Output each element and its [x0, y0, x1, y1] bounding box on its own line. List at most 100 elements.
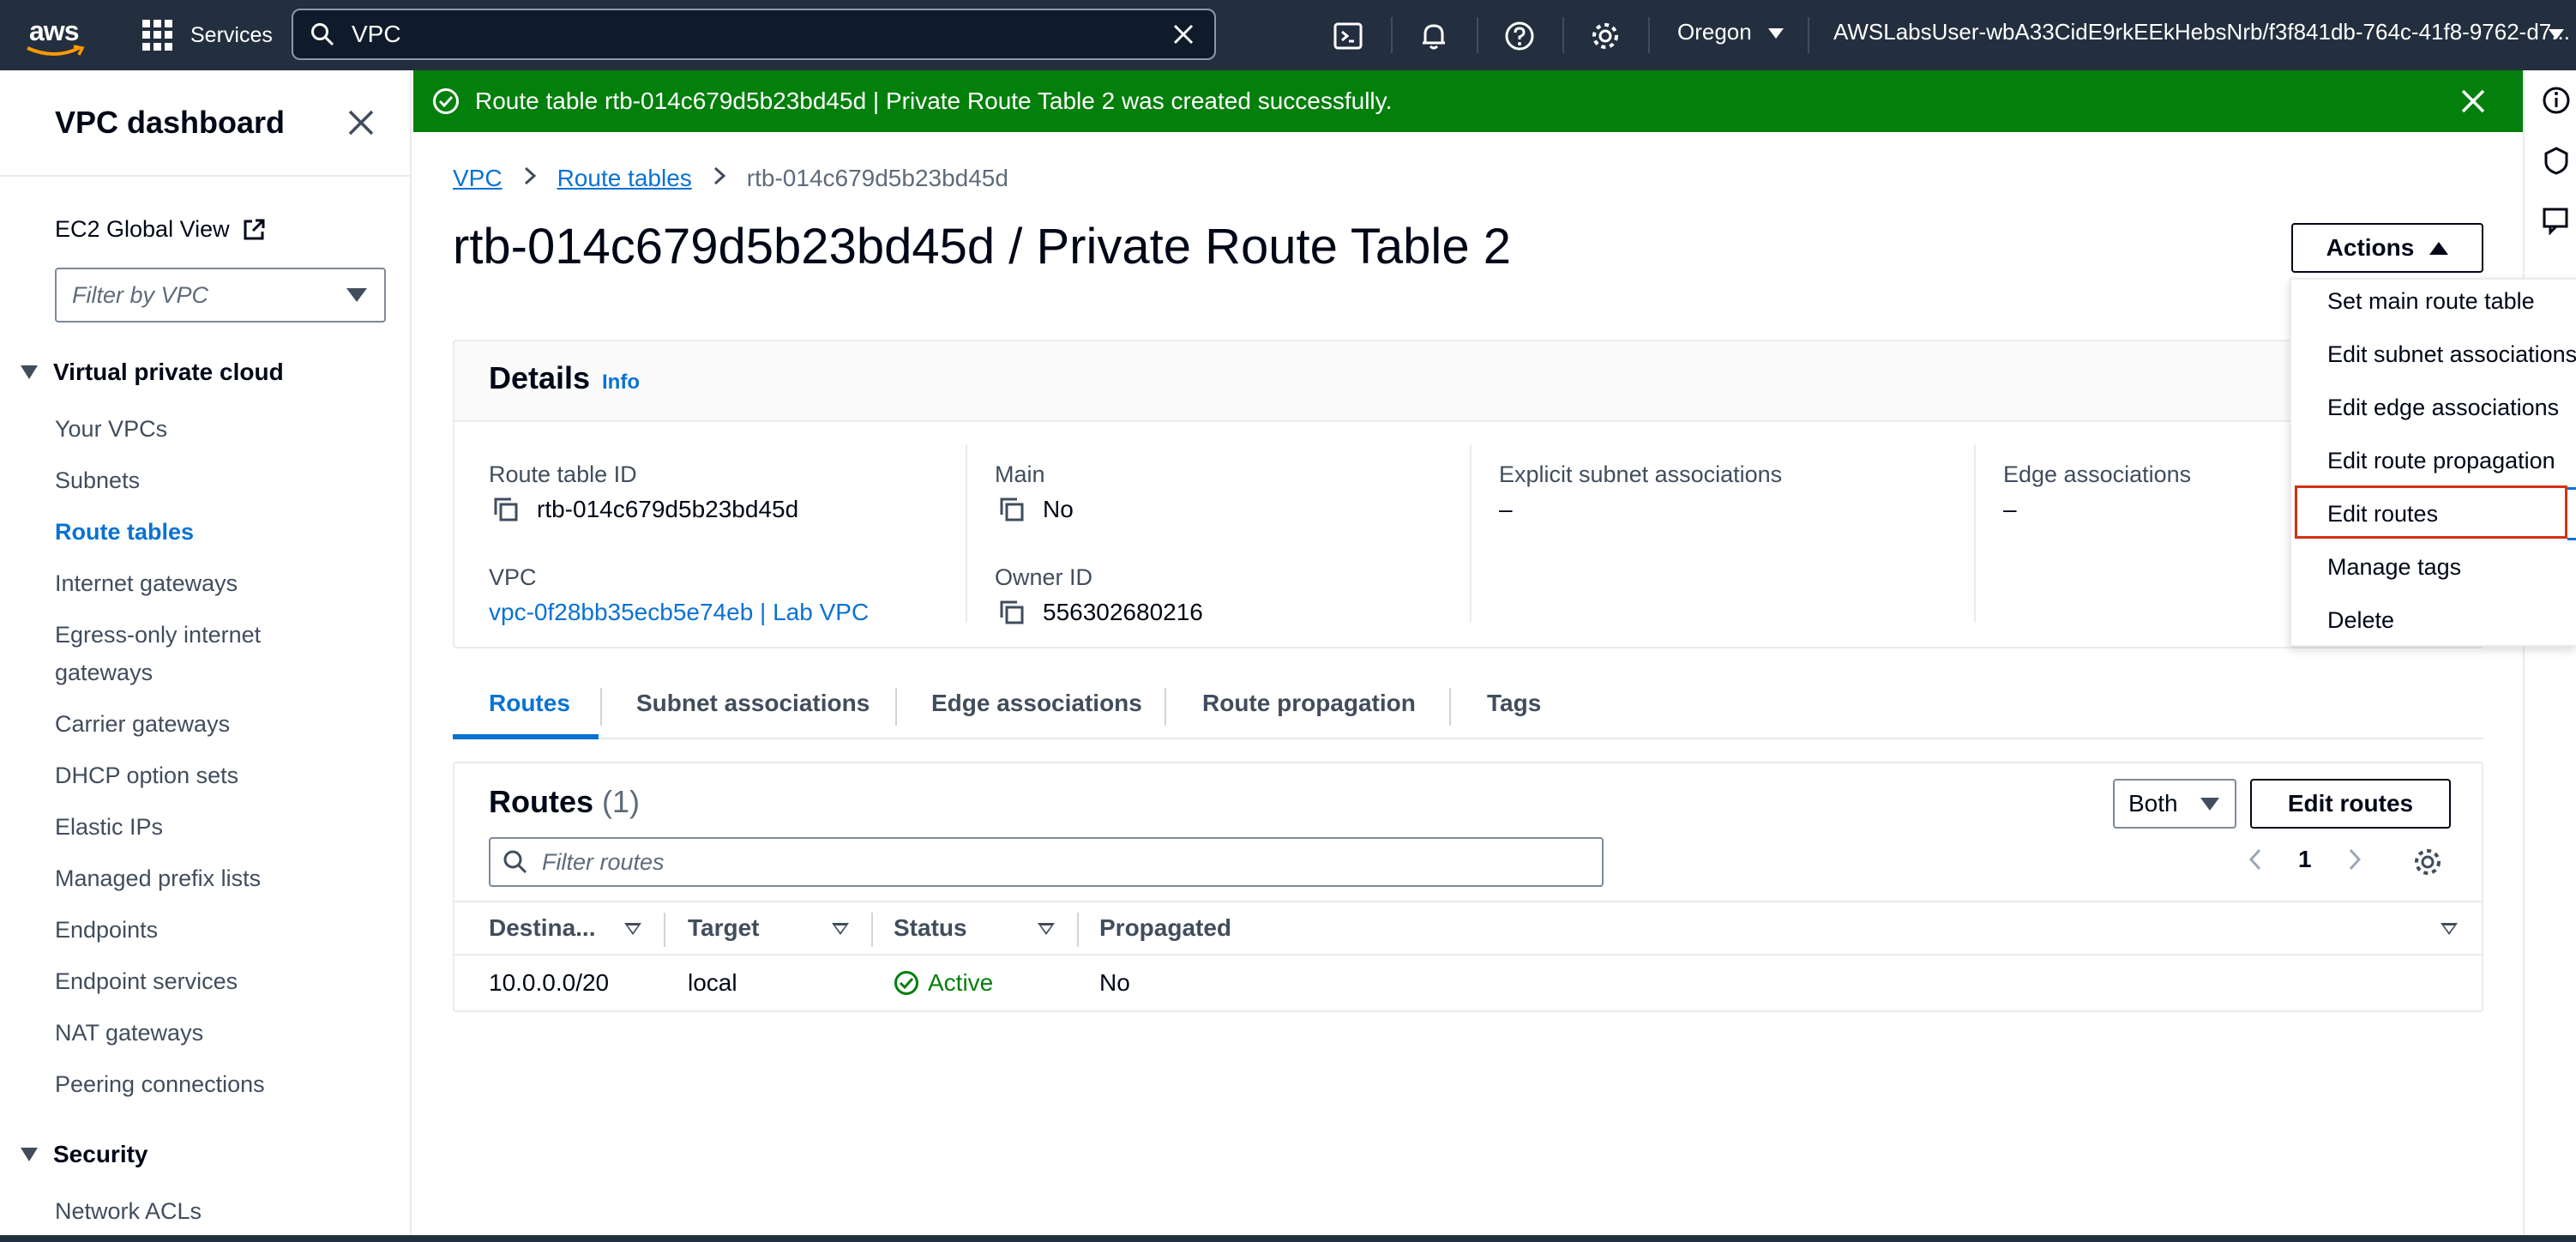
caret-up-icon: [2429, 241, 2449, 255]
chevron-left-icon[interactable]: [2247, 847, 2264, 872]
breadcrumb-vpc[interactable]: VPC: [453, 165, 503, 192]
copy-icon[interactable]: [998, 496, 1026, 523]
edge-associations-label: Edge associations: [2003, 461, 2192, 487]
sidebar-item-network-acls[interactable]: Network ACLs: [55, 1192, 381, 1230]
route-filter-select[interactable]: Both: [2113, 779, 2236, 829]
main-value: No: [998, 496, 1074, 523]
column-header-target[interactable]: Target: [688, 914, 760, 942]
menu-item-edit-subnet-associations[interactable]: Edit subnet associations: [2327, 341, 2576, 368]
active-tab-indicator: [453, 734, 599, 739]
sidebar-item-nat-gateways[interactable]: NAT gateways: [55, 1014, 381, 1052]
filter-by-vpc-select[interactable]: Filter by VPC: [55, 268, 386, 323]
flash-message: Route table rtb-014c679d5b23bd45d | Priv…: [475, 87, 1393, 114]
routes-count: (1): [602, 784, 641, 819]
sidebar-item-carrier-gateways[interactable]: Carrier gateways: [55, 705, 381, 743]
info-panel-icon[interactable]: [2542, 86, 2571, 115]
breadcrumb-route-tables[interactable]: Route tables: [557, 165, 692, 192]
tab-routes[interactable]: Routes: [489, 690, 570, 717]
cell-propagated: No: [1099, 969, 1130, 996]
services-label: Services: [190, 22, 273, 47]
edit-routes-button[interactable]: Edit routes: [2250, 779, 2451, 829]
filter-routes-input[interactable]: Filter routes: [489, 837, 1604, 887]
sidebar-item-peering-connections[interactable]: Peering connections: [55, 1065, 381, 1103]
menu-item-edit-routes[interactable]: Edit routes: [2327, 501, 2438, 528]
sidebar-item-managed-prefix-lists[interactable]: Managed prefix lists: [55, 859, 381, 897]
chevron-right-icon[interactable]: [2346, 847, 2363, 872]
details-panel: Details Info Route table ID rtb-014c679d…: [453, 340, 2485, 648]
external-link-icon: [244, 219, 265, 239]
clear-search-icon[interactable]: [1166, 17, 1201, 51]
vpc-link[interactable]: vpc-0f28bb35ecb5e74eb | Lab VPC: [489, 599, 869, 626]
settings-gear-icon[interactable]: [1585, 15, 1626, 57]
cloudshell-icon[interactable]: [1327, 15, 1369, 57]
menu-item-delete[interactable]: Delete: [2327, 607, 2394, 634]
sidebar-item-your-vpcs[interactable]: Your VPCs: [55, 410, 381, 448]
tab-tags[interactable]: Tags: [1487, 690, 1541, 717]
search-value: VPC: [352, 21, 401, 47]
caret-down-icon: [346, 288, 367, 302]
breadcrumb-current: rtb-014c679d5b23bd45d: [746, 165, 1008, 191]
actions-button[interactable]: Actions: [2291, 223, 2483, 273]
route-table-id-value: rtb-014c679d5b23bd45d: [492, 496, 798, 523]
menu-item-set-main-route-table[interactable]: Set main route table: [2327, 288, 2535, 315]
sidebar-item-route-tables[interactable]: Route tables: [55, 513, 381, 551]
column-header-status[interactable]: Status: [894, 914, 967, 942]
account-caret-icon[interactable]: [2549, 29, 2564, 39]
sort-icon[interactable]: [2441, 923, 2458, 935]
close-sidebar-icon[interactable]: [346, 108, 376, 137]
menu-item-manage-tags[interactable]: Manage tags: [2327, 554, 2461, 581]
dismiss-flash-icon[interactable]: [2459, 87, 2487, 115]
page-title: rtb-014c679d5b23bd45d / Private Route Ta…: [453, 219, 1511, 274]
tab-route-propagation[interactable]: Route propagation: [1202, 690, 1416, 717]
shield-icon[interactable]: [2542, 146, 2571, 175]
chevron-right-icon: [523, 165, 537, 192]
tab-subnet-associations[interactable]: Subnet associations: [636, 690, 870, 717]
sidebar-item-endpoints[interactable]: Endpoints: [55, 911, 381, 949]
help-icon[interactable]: [1499, 15, 1540, 57]
sort-icon[interactable]: [832, 923, 849, 935]
menu-item-edit-edge-associations[interactable]: Edit edge associations: [2327, 395, 2559, 421]
details-title: Details: [489, 360, 591, 395]
chevron-right-icon: [713, 165, 726, 192]
status-active-check-icon: [894, 971, 918, 995]
section-security[interactable]: Security: [21, 1141, 148, 1168]
search-icon: [311, 23, 334, 46]
services-menu[interactable]: Services: [142, 17, 273, 53]
search-input[interactable]: VPC: [292, 9, 1216, 60]
region-selector[interactable]: Oregon: [1677, 19, 1784, 45]
feedback-icon[interactable]: [2542, 206, 2571, 235]
copy-icon[interactable]: [998, 599, 1026, 626]
account-menu[interactable]: AWSLabsUser-wbA33CidE9rkEEkHebsNrb/f3f84…: [1833, 19, 2571, 45]
caret-down-icon: [2200, 798, 2219, 811]
notifications-bell-icon[interactable]: [1413, 15, 1454, 57]
menu-item-edit-route-propagation[interactable]: Edit route propagation: [2327, 448, 2555, 474]
section-virtual-private-cloud[interactable]: Virtual private cloud: [21, 359, 284, 386]
explicit-subnet-associations-value: –: [1499, 496, 1513, 522]
copy-icon[interactable]: [492, 496, 520, 523]
tab-edge-associations[interactable]: Edge associations: [931, 690, 1142, 717]
sidebar-item-subnets[interactable]: Subnets: [55, 461, 381, 499]
routes-table-header: Destina... Target Status Propagated: [454, 901, 2482, 956]
sidebar-item-egress-only-internet-gateways[interactable]: Egress-only internet gateways: [55, 616, 312, 691]
sidebar-item-elastic-ips[interactable]: Elastic IPs: [55, 808, 381, 846]
sidebar-item-internet-gateways[interactable]: Internet gateways: [55, 564, 381, 602]
grid-icon: [142, 20, 173, 51]
cell-destination: 10.0.0.0/20: [489, 969, 610, 996]
owner-id-label: Owner ID: [995, 564, 1093, 590]
info-link[interactable]: Info: [602, 371, 640, 395]
sort-icon[interactable]: [624, 923, 641, 935]
sort-icon[interactable]: [1038, 923, 1055, 935]
sidebar-item-dhcp-option-sets[interactable]: DHCP option sets: [55, 757, 381, 794]
right-tools-rail: [2523, 70, 2576, 1242]
tab-list: Routes Subnet associations Edge associat…: [453, 678, 2483, 739]
aws-logo[interactable]: aws: [24, 12, 91, 58]
column-header-destination[interactable]: Destina...: [489, 914, 595, 942]
table-preferences-gear-icon[interactable]: [2411, 846, 2444, 878]
sidebar-item-endpoint-services[interactable]: Endpoint services: [55, 962, 381, 1000]
routes-heading: Routes (1): [489, 784, 641, 819]
current-page[interactable]: 1: [2298, 846, 2312, 873]
sidebar-title: VPC dashboard: [55, 105, 286, 140]
ec2-global-view-link[interactable]: EC2 Global View: [55, 216, 266, 243]
success-flash-banner: Route table rtb-014c679d5b23bd45d | Priv…: [413, 70, 2523, 132]
column-header-propagated[interactable]: Propagated: [1099, 914, 1231, 942]
